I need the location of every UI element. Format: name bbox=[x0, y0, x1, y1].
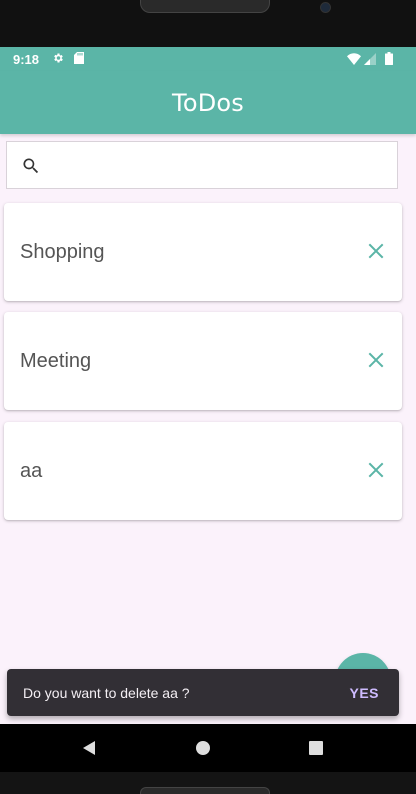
search-input[interactable] bbox=[51, 150, 395, 182]
front-camera bbox=[320, 2, 331, 13]
close-icon[interactable] bbox=[366, 460, 386, 480]
wifi-icon bbox=[347, 53, 361, 65]
device-frame: 9:18 ToDos Shopping Meeting aa Do you wa… bbox=[0, 0, 416, 794]
bottom-bezel bbox=[0, 772, 416, 794]
cell-signal-icon bbox=[364, 53, 376, 65]
system-nav-bar bbox=[0, 724, 416, 772]
todo-label: Meeting bbox=[20, 350, 92, 372]
todo-label: Shopping bbox=[20, 241, 105, 263]
snackbar-message: Do you want to delete aa ? bbox=[23, 685, 190, 701]
gear-icon bbox=[54, 53, 63, 63]
search-icon bbox=[23, 158, 39, 174]
battery-icon bbox=[385, 52, 393, 65]
snackbar-yes-button[interactable]: YES bbox=[349, 685, 379, 701]
back-icon[interactable] bbox=[81, 740, 97, 756]
speaker-grille bbox=[140, 0, 270, 13]
home-icon[interactable] bbox=[196, 741, 210, 755]
status-bar: 9:18 bbox=[0, 47, 416, 71]
app-bar: ToDos bbox=[0, 71, 416, 134]
recents-icon[interactable] bbox=[309, 741, 323, 755]
todo-item-shopping[interactable]: Shopping bbox=[4, 203, 402, 301]
close-icon[interactable] bbox=[366, 350, 386, 370]
status-time: 9:18 bbox=[13, 52, 40, 67]
app-title: ToDos bbox=[172, 89, 244, 117]
top-bezel bbox=[0, 0, 416, 47]
sd-card-icon bbox=[74, 52, 84, 64]
screen: 9:18 ToDos Shopping Meeting aa Do you wa… bbox=[0, 47, 416, 724]
search-box[interactable] bbox=[6, 141, 398, 189]
close-icon[interactable] bbox=[366, 241, 386, 261]
todo-label: aa bbox=[20, 460, 43, 482]
bottom-notch bbox=[140, 787, 270, 794]
delete-confirm-snackbar: Do you want to delete aa ? YES bbox=[7, 669, 399, 716]
todo-item-aa[interactable]: aa bbox=[4, 422, 402, 520]
todo-item-meeting[interactable]: Meeting bbox=[4, 312, 402, 410]
